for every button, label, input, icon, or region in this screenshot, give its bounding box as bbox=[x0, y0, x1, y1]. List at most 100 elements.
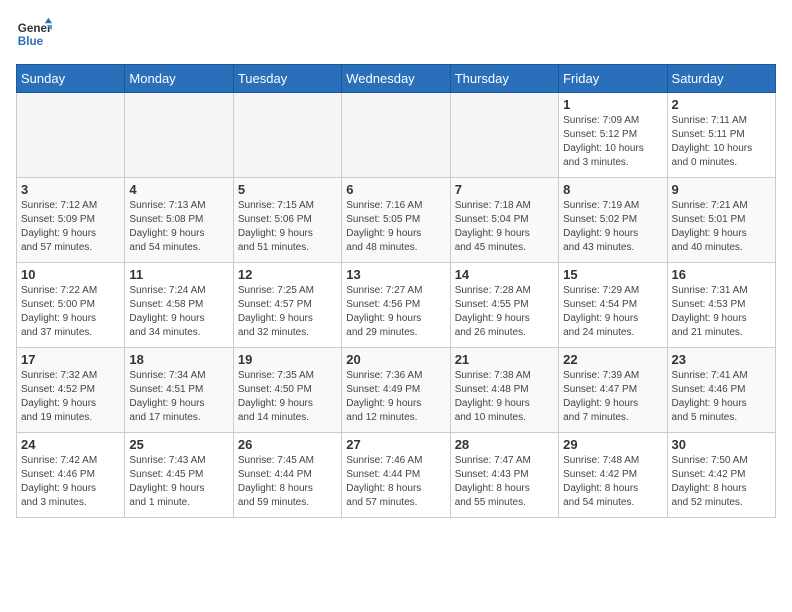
logo: General Blue bbox=[16, 16, 52, 52]
day-cell-9: 9 Sunrise: 7:21 AM Sunset: 5:01 PM Daylig… bbox=[667, 178, 775, 263]
day-cell-6: 6 Sunrise: 7:16 AM Sunset: 5:05 PM Daylig… bbox=[342, 178, 450, 263]
calendar-body: 1Sunrise: 7:09 AM Sunset: 5:12 PM Daylig… bbox=[17, 93, 776, 518]
day-number: 20 bbox=[346, 352, 445, 367]
day-number: 21 bbox=[455, 352, 554, 367]
day-number: 28 bbox=[455, 437, 554, 452]
day-header-saturday: Saturday bbox=[667, 65, 775, 93]
day-info: Sunrise: 7:27 AM Sunset: 4:56 PM Dayligh… bbox=[346, 284, 445, 340]
day-cell-27: 27Sunrise: 7:46 AM Sunset: 4:44 PM Dayli… bbox=[342, 433, 450, 518]
day-number: 6 bbox=[346, 182, 445, 197]
day-header-sunday: Sunday bbox=[17, 65, 125, 93]
day-number: 30 bbox=[672, 437, 771, 452]
day-cell-29: 29 Sunrise: 7:48 AM Sunset: 4:42 PM Dayli… bbox=[559, 433, 667, 518]
empty-cell bbox=[342, 93, 450, 178]
day-number: 1 bbox=[563, 97, 662, 112]
day-cell-28: 28 Sunrise: 7:47 AM Sunset: 4:43 PM Dayli… bbox=[450, 433, 558, 518]
day-number: 14 bbox=[455, 267, 554, 282]
calendar-week-3: 10 Sunrise: 7:22 AM Sunset: 5:00 PM Dayli… bbox=[17, 263, 776, 348]
day-cell-10: 10 Sunrise: 7:22 AM Sunset: 5:00 PM Dayli… bbox=[17, 263, 125, 348]
calendar-week-4: 17Sunrise: 7:32 AM Sunset: 4:52 PM Dayli… bbox=[17, 348, 776, 433]
day-info: Sunrise: 7:39 AM Sunset: 4:47 PM Dayligh… bbox=[563, 369, 662, 425]
day-info: Sunrise: 7:41 AM Sunset: 4:46 PM Dayligh… bbox=[672, 369, 771, 425]
day-cell-3: 3Sunrise: 7:12 AM Sunset: 5:09 PM Daylig… bbox=[17, 178, 125, 263]
day-info: Sunrise: 7:43 AM Sunset: 4:45 PM Dayligh… bbox=[129, 454, 228, 510]
day-number: 13 bbox=[346, 267, 445, 282]
calendar-table: SundayMondayTuesdayWednesdayThursdayFrid… bbox=[16, 64, 776, 518]
day-info: Sunrise: 7:15 AM Sunset: 5:06 PM Dayligh… bbox=[238, 199, 337, 255]
calendar-header-row: SundayMondayTuesdayWednesdayThursdayFrid… bbox=[17, 65, 776, 93]
day-number: 3 bbox=[21, 182, 120, 197]
day-cell-26: 26 Sunrise: 7:45 AM Sunset: 4:44 PM Dayli… bbox=[233, 433, 341, 518]
day-info: Sunrise: 7:47 AM Sunset: 4:43 PM Dayligh… bbox=[455, 454, 554, 510]
day-info: Sunrise: 7:16 AM Sunset: 5:05 PM Dayligh… bbox=[346, 199, 445, 255]
day-number: 12 bbox=[238, 267, 337, 282]
day-info: Sunrise: 7:29 AM Sunset: 4:54 PM Dayligh… bbox=[563, 284, 662, 340]
svg-text:Blue: Blue bbox=[18, 35, 44, 48]
day-info: Sunrise: 7:28 AM Sunset: 4:55 PM Dayligh… bbox=[455, 284, 554, 340]
empty-cell bbox=[125, 93, 233, 178]
day-number: 23 bbox=[672, 352, 771, 367]
day-info: Sunrise: 7:36 AM Sunset: 4:49 PM Dayligh… bbox=[346, 369, 445, 425]
day-cell-17: 17Sunrise: 7:32 AM Sunset: 4:52 PM Dayli… bbox=[17, 348, 125, 433]
svg-text:General: General bbox=[18, 22, 52, 35]
day-number: 9 bbox=[672, 182, 771, 197]
day-cell-23: 23 Sunrise: 7:41 AM Sunset: 4:46 PM Dayli… bbox=[667, 348, 775, 433]
calendar-week-5: 24 Sunrise: 7:42 AM Sunset: 4:46 PM Dayli… bbox=[17, 433, 776, 518]
day-cell-16: 16 Sunrise: 7:31 AM Sunset: 4:53 PM Dayli… bbox=[667, 263, 775, 348]
day-info: Sunrise: 7:48 AM Sunset: 4:42 PM Dayligh… bbox=[563, 454, 662, 510]
day-cell-8: 8Sunrise: 7:19 AM Sunset: 5:02 PM Daylig… bbox=[559, 178, 667, 263]
day-cell-2: 2 Sunrise: 7:11 AM Sunset: 5:11 PM Daylig… bbox=[667, 93, 775, 178]
day-cell-14: 14 Sunrise: 7:28 AM Sunset: 4:55 PM Dayli… bbox=[450, 263, 558, 348]
day-cell-20: 20 Sunrise: 7:36 AM Sunset: 4:49 PM Dayli… bbox=[342, 348, 450, 433]
empty-cell bbox=[450, 93, 558, 178]
day-info: Sunrise: 7:45 AM Sunset: 4:44 PM Dayligh… bbox=[238, 454, 337, 510]
day-cell-24: 24 Sunrise: 7:42 AM Sunset: 4:46 PM Dayli… bbox=[17, 433, 125, 518]
day-info: Sunrise: 7:46 AM Sunset: 4:44 PM Dayligh… bbox=[346, 454, 445, 510]
day-info: Sunrise: 7:13 AM Sunset: 5:08 PM Dayligh… bbox=[129, 199, 228, 255]
day-info: Sunrise: 7:24 AM Sunset: 4:58 PM Dayligh… bbox=[129, 284, 228, 340]
day-info: Sunrise: 7:22 AM Sunset: 5:00 PM Dayligh… bbox=[21, 284, 120, 340]
day-number: 24 bbox=[21, 437, 120, 452]
day-info: Sunrise: 7:31 AM Sunset: 4:53 PM Dayligh… bbox=[672, 284, 771, 340]
day-info: Sunrise: 7:25 AM Sunset: 4:57 PM Dayligh… bbox=[238, 284, 337, 340]
day-info: Sunrise: 7:34 AM Sunset: 4:51 PM Dayligh… bbox=[129, 369, 228, 425]
day-info: Sunrise: 7:42 AM Sunset: 4:46 PM Dayligh… bbox=[21, 454, 120, 510]
day-number: 2 bbox=[672, 97, 771, 112]
day-cell-25: 25 Sunrise: 7:43 AM Sunset: 4:45 PM Dayli… bbox=[125, 433, 233, 518]
calendar-week-2: 3Sunrise: 7:12 AM Sunset: 5:09 PM Daylig… bbox=[17, 178, 776, 263]
day-header-thursday: Thursday bbox=[450, 65, 558, 93]
day-info: Sunrise: 7:19 AM Sunset: 5:02 PM Dayligh… bbox=[563, 199, 662, 255]
day-number: 10 bbox=[21, 267, 120, 282]
day-number: 25 bbox=[129, 437, 228, 452]
day-number: 4 bbox=[129, 182, 228, 197]
day-cell-7: 7Sunrise: 7:18 AM Sunset: 5:04 PM Daylig… bbox=[450, 178, 558, 263]
day-number: 18 bbox=[129, 352, 228, 367]
logo-icon: General Blue bbox=[16, 16, 52, 52]
day-number: 19 bbox=[238, 352, 337, 367]
calendar-week-1: 1Sunrise: 7:09 AM Sunset: 5:12 PM Daylig… bbox=[17, 93, 776, 178]
day-cell-30: 30 Sunrise: 7:50 AM Sunset: 4:42 PM Dayli… bbox=[667, 433, 775, 518]
day-cell-4: 4 Sunrise: 7:13 AM Sunset: 5:08 PM Daylig… bbox=[125, 178, 233, 263]
day-header-tuesday: Tuesday bbox=[233, 65, 341, 93]
day-cell-12: 12 Sunrise: 7:25 AM Sunset: 4:57 PM Dayli… bbox=[233, 263, 341, 348]
day-cell-1: 1Sunrise: 7:09 AM Sunset: 5:12 PM Daylig… bbox=[559, 93, 667, 178]
day-info: Sunrise: 7:38 AM Sunset: 4:48 PM Dayligh… bbox=[455, 369, 554, 425]
day-cell-15: 15Sunrise: 7:29 AM Sunset: 4:54 PM Dayli… bbox=[559, 263, 667, 348]
day-info: Sunrise: 7:18 AM Sunset: 5:04 PM Dayligh… bbox=[455, 199, 554, 255]
day-cell-21: 21 Sunrise: 7:38 AM Sunset: 4:48 PM Dayli… bbox=[450, 348, 558, 433]
day-info: Sunrise: 7:50 AM Sunset: 4:42 PM Dayligh… bbox=[672, 454, 771, 510]
day-number: 5 bbox=[238, 182, 337, 197]
day-info: Sunrise: 7:21 AM Sunset: 5:01 PM Dayligh… bbox=[672, 199, 771, 255]
day-info: Sunrise: 7:11 AM Sunset: 5:11 PM Dayligh… bbox=[672, 114, 771, 170]
day-number: 11 bbox=[129, 267, 228, 282]
day-number: 26 bbox=[238, 437, 337, 452]
day-header-friday: Friday bbox=[559, 65, 667, 93]
day-number: 16 bbox=[672, 267, 771, 282]
day-info: Sunrise: 7:35 AM Sunset: 4:50 PM Dayligh… bbox=[238, 369, 337, 425]
day-cell-5: 5 Sunrise: 7:15 AM Sunset: 5:06 PM Daylig… bbox=[233, 178, 341, 263]
day-number: 29 bbox=[563, 437, 662, 452]
day-header-monday: Monday bbox=[125, 65, 233, 93]
day-cell-11: 11 Sunrise: 7:24 AM Sunset: 4:58 PM Dayli… bbox=[125, 263, 233, 348]
day-number: 17 bbox=[21, 352, 120, 367]
day-cell-19: 19 Sunrise: 7:35 AM Sunset: 4:50 PM Dayli… bbox=[233, 348, 341, 433]
